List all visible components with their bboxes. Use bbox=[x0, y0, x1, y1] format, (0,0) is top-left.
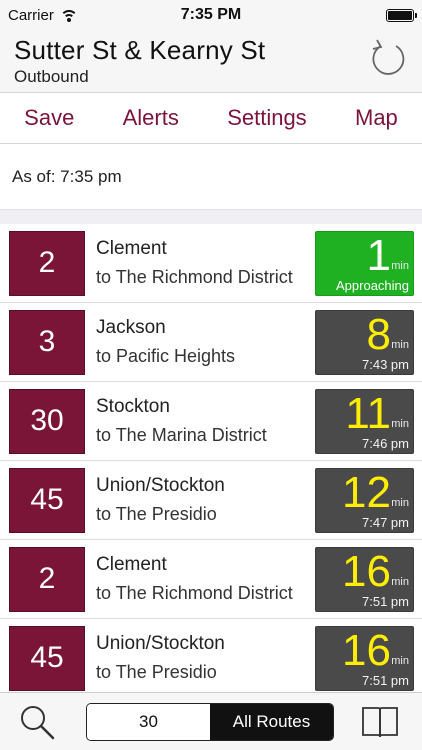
prediction-box: 11 min 7:46 pm bbox=[315, 388, 414, 454]
prediction-unit: min bbox=[391, 496, 409, 509]
route-badge: 2 bbox=[9, 230, 85, 296]
prediction-box: 16 min 7:51 pm bbox=[315, 625, 414, 691]
wifi-icon bbox=[59, 8, 78, 22]
route-badge: 3 bbox=[9, 309, 85, 375]
route-destination: to The Marina District bbox=[96, 425, 267, 445]
prediction-unit: min bbox=[391, 259, 409, 272]
prediction-minutes: 11 bbox=[345, 388, 391, 438]
carrier-label: Carrier bbox=[8, 6, 54, 24]
prediction-time: 7:43 pm bbox=[362, 356, 409, 372]
arrivals-list: 2 Clement to The Richmond District 1 min… bbox=[0, 224, 422, 698]
prediction-box: 16 min 7:51 pm bbox=[315, 546, 414, 612]
arrival-row[interactable]: 3 Jackson to Pacific Heights 8 min 7:43 … bbox=[0, 303, 422, 382]
settings-button[interactable]: Settings bbox=[221, 105, 313, 131]
prediction-time: 7:46 pm bbox=[362, 435, 409, 451]
route-badge: 45 bbox=[9, 467, 85, 533]
route-name: Stockton bbox=[96, 396, 170, 417]
route-name: Jackson bbox=[96, 317, 166, 338]
stop-title: Sutter St & Kearny St bbox=[14, 35, 266, 65]
route-info: Clement to The Richmond District bbox=[96, 554, 315, 604]
prediction-time: 7:47 pm bbox=[362, 514, 409, 530]
status-time: 7:35 PM bbox=[180, 6, 242, 23]
route-destination: to The Richmond District bbox=[96, 267, 293, 287]
prediction-minutes: 8 bbox=[366, 309, 391, 359]
search-icon[interactable] bbox=[18, 703, 56, 741]
segment-all-routes[interactable]: All Routes bbox=[210, 703, 333, 740]
route-name: Clement bbox=[96, 554, 167, 575]
route-badge: 30 bbox=[9, 388, 85, 454]
stop-header: Sutter St & Kearny St Outbound bbox=[0, 30, 422, 92]
prediction-time: Approaching bbox=[336, 277, 409, 293]
route-info: Stockton to The Marina District bbox=[96, 396, 315, 446]
prediction-box: 12 min 7:47 pm bbox=[315, 467, 414, 533]
alerts-button[interactable]: Alerts bbox=[117, 105, 185, 131]
prediction-minutes: 1 bbox=[366, 230, 391, 280]
route-info: Clement to The Richmond District bbox=[96, 238, 315, 288]
stop-direction: Outbound bbox=[14, 67, 89, 86]
prediction-box: 1 min Approaching bbox=[315, 230, 414, 296]
arrival-row[interactable]: 2 Clement to The Richmond District 1 min… bbox=[0, 224, 422, 303]
arrival-row[interactable]: 2 Clement to The Richmond District 16 mi… bbox=[0, 540, 422, 619]
prediction-box: 8 min 7:43 pm bbox=[315, 309, 414, 375]
prediction-time: 7:51 pm bbox=[362, 672, 409, 688]
as-of-label: As of: 7:35 pm bbox=[0, 144, 422, 210]
prediction-minutes: 16 bbox=[342, 546, 391, 596]
arrival-row[interactable]: 45 Union/Stockton to The Presidio 12 min… bbox=[0, 461, 422, 540]
route-destination: to The Presidio bbox=[96, 504, 217, 524]
refresh-icon[interactable] bbox=[368, 38, 408, 78]
map-button[interactable]: Map bbox=[349, 105, 404, 131]
prediction-minutes: 16 bbox=[342, 625, 391, 675]
route-destination: to Pacific Heights bbox=[96, 346, 236, 366]
arrival-row[interactable]: 30 Stockton to The Marina District 11 mi… bbox=[0, 382, 422, 461]
save-button[interactable]: Save bbox=[18, 105, 80, 131]
segment-route-30[interactable]: 30 bbox=[87, 703, 210, 740]
route-info: Union/Stockton to The Presidio bbox=[96, 633, 315, 683]
battery-icon bbox=[386, 8, 417, 22]
bottom-bar: 30 All Routes bbox=[0, 692, 422, 750]
action-toolbar: Save Alerts Settings Map bbox=[0, 92, 422, 144]
route-destination: to The Richmond District bbox=[96, 583, 293, 603]
route-info: Union/Stockton to The Presidio bbox=[96, 475, 315, 525]
prediction-unit: min bbox=[391, 417, 409, 430]
route-name: Union/Stockton bbox=[96, 633, 225, 654]
status-right bbox=[274, 8, 417, 22]
route-destination: to The Presidio bbox=[96, 662, 217, 682]
status-left: Carrier bbox=[8, 7, 148, 24]
prediction-time: 7:51 pm bbox=[362, 593, 409, 609]
route-name: Clement bbox=[96, 238, 167, 259]
route-filter-segmented-control: 30 All Routes bbox=[86, 702, 334, 741]
prediction-unit: min bbox=[391, 654, 409, 667]
route-badge: 2 bbox=[9, 546, 85, 612]
route-badge: 45 bbox=[9, 625, 85, 691]
book-icon[interactable] bbox=[360, 704, 400, 740]
arrival-row[interactable]: 45 Union/Stockton to The Presidio 16 min… bbox=[0, 619, 422, 698]
route-info: Jackson to Pacific Heights bbox=[96, 317, 315, 367]
status-bar: Carrier 7:35 PM bbox=[0, 0, 422, 30]
prediction-minutes: 12 bbox=[342, 467, 391, 517]
prediction-unit: min bbox=[391, 338, 409, 351]
prediction-unit: min bbox=[391, 575, 409, 588]
list-spacer bbox=[0, 210, 422, 224]
route-name: Union/Stockton bbox=[96, 475, 225, 496]
